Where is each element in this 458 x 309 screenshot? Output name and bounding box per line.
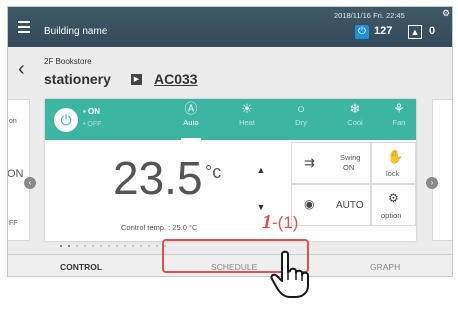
play-icon: ▶ [131, 74, 142, 85]
swing-button[interactable]: ⇉ Swing ON [291, 142, 371, 184]
auto-mode-icon: Ⓐ [184, 101, 198, 116]
menu-icon[interactable] [18, 21, 30, 33]
mode-dry[interactable]: ○ Dry [281, 101, 321, 129]
auto-fan-label: AUTO [336, 200, 364, 211]
tab-control[interactable]: CONTROL [60, 262, 102, 272]
step-number: 1 [262, 211, 272, 233]
prev-card-text-middle: ON [7, 168, 24, 180]
device-screen: Building name 2018/11/16 Fri. 22:45 ⚙ ⏻ … [7, 6, 453, 277]
group-name: stationery [44, 71, 111, 87]
prev-card-text-top: on [9, 118, 17, 125]
auto-fan-button[interactable]: ◉ AUTO [291, 184, 371, 226]
tab-graph[interactable]: GRAPH [370, 262, 400, 272]
power-off-label: • OFF [83, 121, 102, 128]
back-icon[interactable]: ‹ [18, 59, 25, 79]
next-arrow-icon[interactable]: › [426, 177, 438, 189]
fan-speed-icon: ◉ [304, 197, 315, 211]
swing-icon: ⇉ [304, 155, 315, 170]
control-temp-label: Control temp. : 25.0 °C [121, 223, 198, 232]
settings-icon[interactable]: ⚙ [442, 8, 450, 19]
prev-card-text-bottom: FF [9, 220, 18, 227]
lock-hand-icon: ✋ [387, 149, 404, 164]
lock-button[interactable]: ✋ lock [371, 142, 416, 184]
heat-mode-icon: ☀ [241, 101, 253, 116]
alert-status-icon: ▲ [408, 25, 422, 39]
prev-arrow-icon[interactable]: ‹ [24, 177, 36, 189]
option-label: option [381, 211, 402, 220]
mode-bar: ⏻ • ON • OFF Ⓐ Auto ☀ Heat ○ Dry ❄ Cool … [45, 99, 416, 140]
mode-heat-label: Heat [239, 118, 255, 127]
mode-heat[interactable]: ☀ Heat [227, 101, 267, 129]
power-button[interactable]: ⏻ [54, 108, 78, 132]
mode-fan[interactable]: ⚘ Fan [379, 101, 419, 129]
cool-mode-icon: ❄ [349, 101, 361, 116]
option-button[interactable]: ⚙ option [371, 184, 416, 226]
unit-link[interactable]: AC033 [154, 71, 198, 87]
power-on-label: • ON [83, 107, 101, 116]
mode-cool[interactable]: ❄ Cool [335, 101, 375, 129]
power-status-icon: ⏻ [355, 25, 369, 39]
swing-value: ON [343, 163, 355, 172]
mode-auto[interactable]: Ⓐ Auto [171, 101, 211, 140]
mode-cool-label: Cool [347, 118, 363, 127]
next-unit-card[interactable] [432, 99, 452, 241]
unit-control-card: ⏻ • ON • OFF Ⓐ Auto ☀ Heat ○ Dry ❄ Cool … [45, 99, 416, 241]
location-header: ‹ 2F Bookstore stationery ▶ AC033 [8, 47, 452, 97]
prev-unit-card[interactable]: on ON FF [7, 99, 30, 241]
pointer-hand-icon [268, 250, 318, 300]
datetime: 2018/11/16 Fri. 22:45 [334, 11, 405, 20]
temperature-value: 23.5 [113, 152, 203, 204]
building-name: Building name [44, 26, 108, 37]
gear-icon: ⚙ [388, 191, 399, 205]
fan-mode-icon: ⚘ [393, 101, 405, 116]
swing-label: Swing [340, 153, 361, 162]
step-sub: -(1) [272, 213, 299, 232]
mode-fan-label: Fan [392, 118, 406, 127]
top-bar: Building name 2018/11/16 Fri. 22:45 ⚙ ⏻ … [8, 7, 452, 47]
mode-auto-label: Auto [183, 118, 199, 127]
mode-dry-label: Dry [295, 118, 307, 127]
floor-area-label: 2F Bookstore [44, 57, 92, 66]
power-count: 127 [374, 25, 393, 37]
dry-mode-icon: ○ [297, 101, 305, 116]
temp-up-button[interactable]: ▲ [255, 165, 267, 175]
step-annotation: 1-(1) [262, 211, 298, 234]
alert-count: 0 [429, 25, 436, 37]
lock-label: lock [386, 169, 400, 178]
temperature-unit: °c [205, 162, 222, 182]
